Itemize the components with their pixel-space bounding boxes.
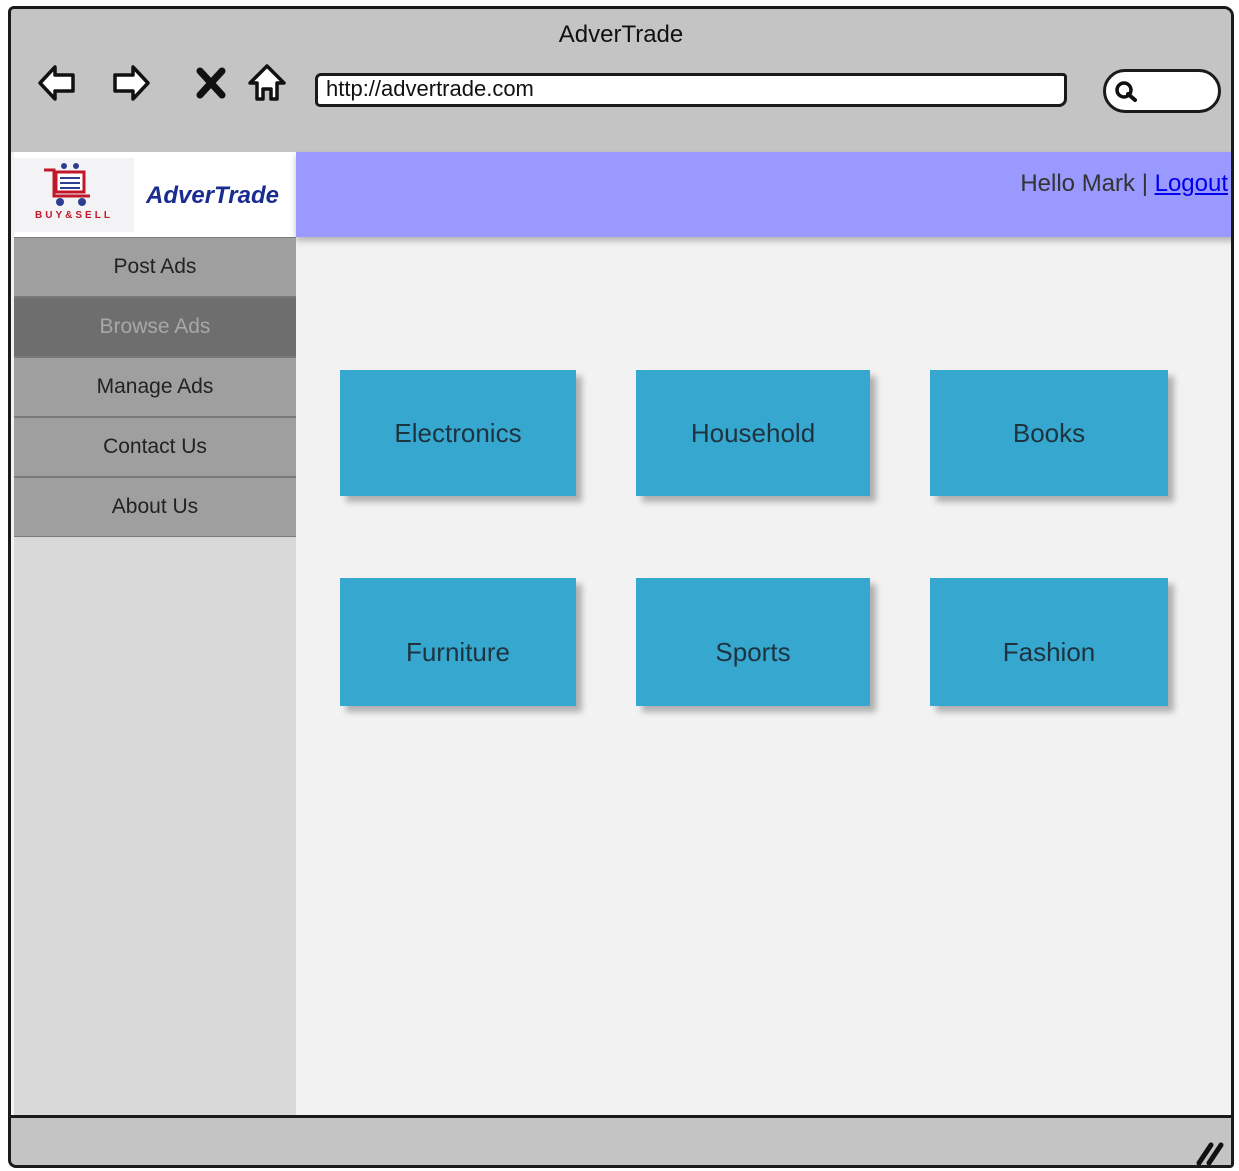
buy-sell-logo[interactable]: BUY&SELL bbox=[14, 158, 134, 232]
forward-arrow-icon[interactable] bbox=[111, 61, 151, 105]
logo-text: BUY&SELL bbox=[35, 210, 113, 221]
header-bar: Hello Mark | Logout bbox=[296, 152, 1231, 237]
category-tile-books[interactable]: Books bbox=[930, 370, 1168, 496]
category-tile-electronics[interactable]: Electronics bbox=[340, 370, 576, 496]
user-greeting: Hello Mark | Logout bbox=[1020, 170, 1228, 198]
back-arrow-icon[interactable] bbox=[37, 61, 77, 105]
resize-handle-icon[interactable] bbox=[1193, 1137, 1225, 1167]
sidebar-item-contact-us[interactable]: Contact Us bbox=[14, 417, 296, 477]
search-icon bbox=[1115, 81, 1137, 102]
sidebar: Post Ads Browse Ads Manage Ads Contact U… bbox=[14, 237, 296, 1117]
close-icon[interactable] bbox=[191, 61, 231, 105]
address-bar[interactable]: http://advertrade.com bbox=[315, 73, 1067, 107]
browser-search-box[interactable] bbox=[1103, 69, 1221, 113]
category-tile-household[interactable]: Household bbox=[636, 370, 870, 496]
sidebar-item-about-us[interactable]: About Us bbox=[14, 477, 296, 537]
category-tile-furniture[interactable]: Furniture bbox=[340, 578, 576, 706]
category-tile-sports[interactable]: Sports bbox=[636, 578, 870, 706]
sidebar-item-browse-ads[interactable]: Browse Ads bbox=[14, 297, 296, 357]
status-bar bbox=[11, 1115, 1231, 1167]
browser-window: AdverTrade http://advertrade.com BUY&SEL… bbox=[8, 6, 1234, 1168]
sidebar-item-manage-ads[interactable]: Manage Ads bbox=[14, 357, 296, 417]
brand-name: AdverTrade bbox=[146, 182, 279, 209]
window-title: AdverTrade bbox=[558, 21, 684, 48]
browser-titlebar: AdverTrade http://advertrade.com bbox=[11, 9, 1231, 155]
sidebar-item-post-ads[interactable]: Post Ads bbox=[14, 237, 296, 297]
category-tile-fashion[interactable]: Fashion bbox=[930, 578, 1168, 706]
greeting-text: Hello Mark | bbox=[1020, 170, 1155, 197]
home-icon[interactable] bbox=[247, 61, 287, 105]
logout-link[interactable]: Logout bbox=[1155, 170, 1228, 197]
shopping-cart-icon bbox=[44, 163, 90, 206]
logo-area: BUY&SELL AdverTrade bbox=[14, 152, 296, 237]
page-content: BUY&SELL AdverTrade Hello Mark | Logout … bbox=[11, 152, 1231, 1117]
